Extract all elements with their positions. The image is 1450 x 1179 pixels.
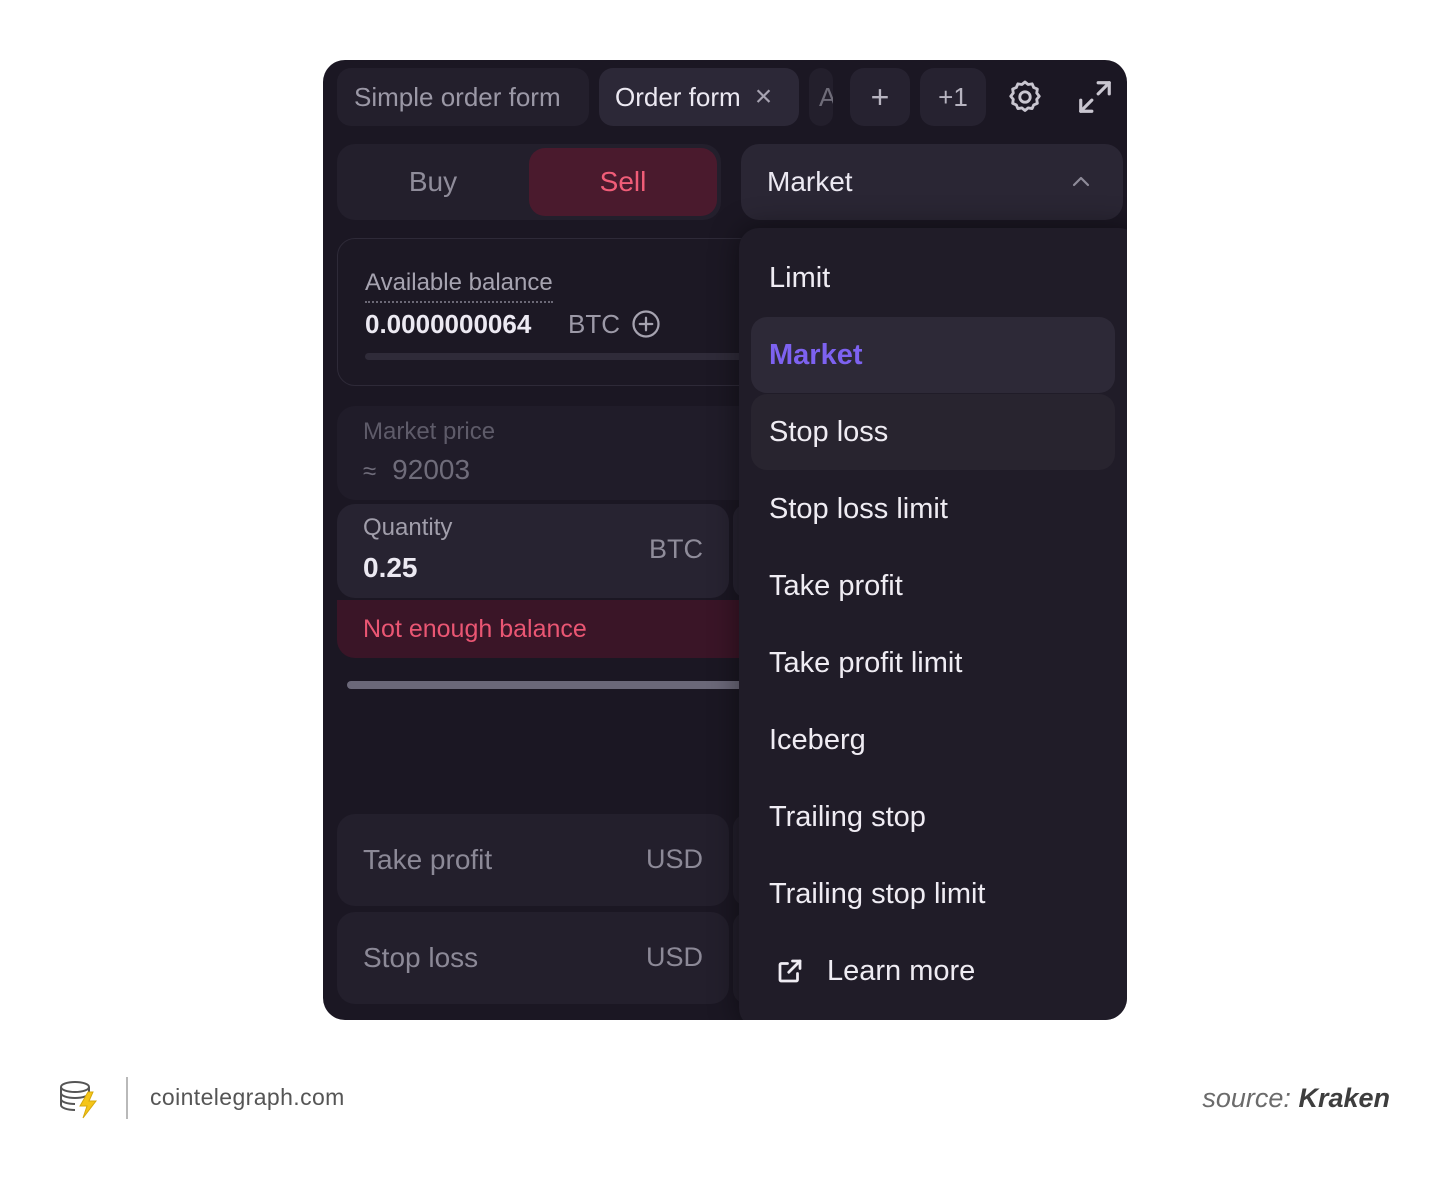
option-stop-loss-limit[interactable]: Stop loss limit <box>751 471 1115 547</box>
option-take-profit-limit[interactable]: Take profit limit <box>751 625 1115 701</box>
buy-label: Buy <box>408 166 458 197</box>
option-label: Iceberg <box>769 723 866 756</box>
more-tabs-count: +1 <box>938 81 968 112</box>
option-label: Take profit <box>769 569 903 602</box>
quantity-value: 0.25 <box>363 552 418 583</box>
option-label: Stop loss limit <box>769 492 948 525</box>
take-profit-unit: USD <box>645 844 703 874</box>
available-balance-unit: BTC <box>568 309 620 339</box>
stop-loss-label: Stop loss <box>363 942 479 973</box>
available-balance-value: 0.0000000064 <box>365 309 532 339</box>
quantity-slider[interactable] <box>347 681 747 689</box>
learn-more-label: Learn more <box>827 954 976 987</box>
tab-simple-order-form[interactable]: Simple order form <box>337 68 589 126</box>
add-tab-button[interactable]: + <box>850 68 910 126</box>
source-label: source: <box>1202 1083 1291 1113</box>
tab-label: Simple order form <box>354 81 561 112</box>
stop-loss-unit: USD <box>645 942 703 972</box>
option-iceberg[interactable]: Iceberg <box>751 702 1115 778</box>
tab-order-form[interactable]: Order form × <box>599 68 799 126</box>
error-message: Not enough balance <box>337 600 757 658</box>
source-name: Kraken <box>1298 1083 1390 1113</box>
order-form-panel: Simple order form Order form × A + +1 Bu… <box>323 60 1127 1020</box>
available-balance-label: Available balance <box>365 269 553 303</box>
market-price-value: 92003 <box>392 454 471 485</box>
tab-partial[interactable]: A <box>809 68 833 126</box>
settings-button[interactable] <box>996 68 1054 126</box>
market-price-label: Market price <box>363 418 496 445</box>
footer-divider <box>126 1077 128 1119</box>
expand-button[interactable] <box>1066 68 1124 126</box>
chevron-up-icon <box>1072 176 1090 187</box>
option-limit[interactable]: Limit <box>751 240 1115 316</box>
buy-button[interactable]: Buy <box>337 148 529 216</box>
option-trailing-stop-limit[interactable]: Trailing stop limit <box>751 856 1115 932</box>
external-link-icon <box>778 959 802 983</box>
plus-icon: + <box>870 78 890 115</box>
take-profit-label: Take profit <box>363 844 493 875</box>
available-balance-card: Available balance 0.0000000064 BTC <box>337 238 765 386</box>
stop-loss-field[interactable]: Stop loss USD <box>337 912 729 1004</box>
more-tabs-button[interactable]: +1 <box>920 68 986 126</box>
approx-symbol: ≈ <box>363 458 377 485</box>
market-price-field: Market price ≈92003 <box>337 406 757 500</box>
order-side-toggle: Buy Sell <box>337 144 721 220</box>
balance-bar <box>365 353 765 360</box>
footer-site-name: cointelegraph.com <box>150 1084 345 1110</box>
market-price-display: ≈92003 <box>363 454 470 486</box>
take-profit-field[interactable]: Take profit USD <box>337 814 729 906</box>
tab-label: A <box>819 81 833 112</box>
option-market[interactable]: Market <box>751 317 1115 393</box>
option-take-profit[interactable]: Take profit <box>751 548 1115 624</box>
sell-label: Sell <box>599 166 647 197</box>
error-text: Not enough balance <box>363 614 587 643</box>
order-type-value: Market <box>767 166 853 197</box>
option-stop-loss[interactable]: Stop loss <box>751 394 1115 470</box>
quantity-field[interactable]: Quantity 0.25 BTC <box>337 504 729 598</box>
option-label: Trailing stop <box>769 800 926 833</box>
option-label: Market <box>769 338 863 371</box>
cointelegraph-logo-icon <box>60 1081 98 1119</box>
add-funds-icon[interactable] <box>631 309 661 339</box>
sell-button[interactable]: Sell <box>529 148 717 216</box>
option-label: Take profit limit <box>769 646 963 679</box>
gear-icon <box>1009 80 1041 112</box>
tab-label: Order form <box>615 81 741 112</box>
expand-icon <box>1079 81 1111 113</box>
option-label: Stop loss <box>769 415 889 448</box>
quantity-label: Quantity <box>363 514 453 541</box>
option-label: Limit <box>769 261 831 294</box>
order-type-dropdown: Limit Market Stop loss Stop loss limit T… <box>739 228 1127 1020</box>
learn-more-link[interactable]: Learn more <box>751 933 1115 1009</box>
option-label: Trailing stop limit <box>769 877 986 910</box>
order-type-select[interactable]: Market <box>741 144 1123 220</box>
close-icon[interactable]: × <box>755 82 773 112</box>
quantity-unit: BTC <box>649 534 703 564</box>
footer-source: source: Kraken <box>1202 1083 1390 1114</box>
option-trailing-stop[interactable]: Trailing stop <box>751 779 1115 855</box>
